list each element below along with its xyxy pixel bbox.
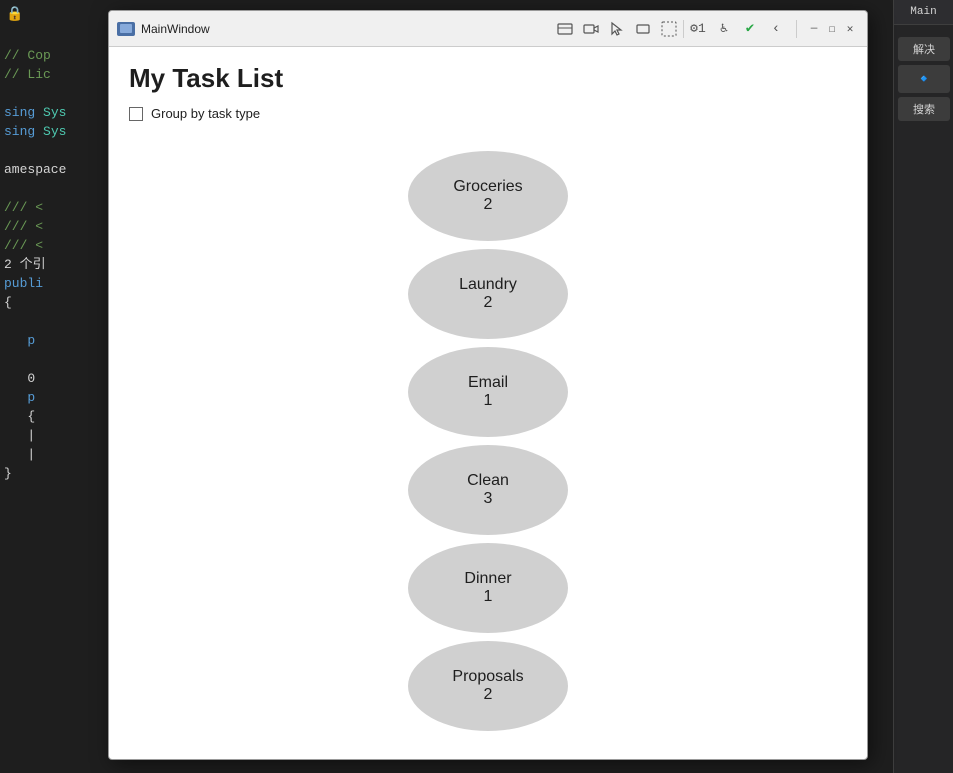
- task-name-groceries: Groceries: [453, 178, 522, 196]
- right-sidebar: Main 解决 🔹 搜索: [893, 0, 953, 773]
- task-name-laundry: Laundry: [459, 276, 517, 294]
- search-btn[interactable]: 搜索: [898, 97, 950, 121]
- main-window: MainWindow ⚙1 ♿ ✔ ‹ —: [108, 10, 868, 760]
- task-name-proposals: Proposals: [452, 668, 523, 686]
- close-button[interactable]: ✕: [841, 20, 859, 38]
- code-namespace: amespace: [0, 160, 108, 179]
- rectangle-tool-icon[interactable]: [631, 17, 655, 41]
- code-blank-5: [0, 350, 108, 369]
- sidebar-top-label: Main: [894, 0, 953, 25]
- window-icon: [117, 22, 135, 36]
- code-prop-2: p: [0, 388, 108, 407]
- resolve-btn[interactable]: 解决: [898, 37, 950, 61]
- cursor-tool-icon[interactable]: [605, 17, 629, 41]
- code-blank-1: [0, 84, 108, 103]
- task-item-groceries[interactable]: Groceries2: [408, 151, 568, 241]
- task-name-email: Email: [468, 374, 508, 392]
- task-name-dinner: Dinner: [464, 570, 511, 588]
- code-comment-doc-2: /// <: [0, 217, 108, 236]
- code-using-2: sing Sys: [0, 122, 108, 141]
- code-brace-2: {: [0, 407, 108, 426]
- group-by-type-label: Group by task type: [151, 106, 260, 121]
- code-line-vert-2: |: [0, 445, 108, 464]
- icon-btn[interactable]: 🔹: [898, 65, 950, 93]
- code-ref-count: 2 个引: [0, 255, 108, 274]
- figure-tool-icon[interactable]: ♿: [712, 17, 736, 41]
- code-comment-doc-3: /// <: [0, 236, 108, 255]
- page-title: My Task List: [129, 63, 847, 94]
- code-comment-2: // Lic: [0, 65, 108, 84]
- code-line-vert-1: |: [0, 426, 108, 445]
- task-item-proposals[interactable]: Proposals2: [408, 641, 568, 731]
- task-count-email: 1: [484, 392, 493, 410]
- task-count-groceries: 2: [484, 196, 493, 214]
- task-item-dinner[interactable]: Dinner1: [408, 543, 568, 633]
- code-comment-doc-1: /// <: [0, 198, 108, 217]
- video-tool-icon[interactable]: [579, 17, 603, 41]
- code-blank-2: [0, 141, 108, 160]
- code-comment-1: // Cop: [0, 46, 108, 65]
- task-item-laundry[interactable]: Laundry2: [408, 249, 568, 339]
- title-bar: MainWindow ⚙1 ♿ ✔ ‹ —: [109, 11, 867, 47]
- code-blank-3: [0, 179, 108, 198]
- toolbar-sep-1: [683, 20, 684, 38]
- code-using-1: sing Sys: [0, 103, 108, 122]
- left-code-panel: // Cop // Lic sing Sys sing Sys amespace…: [0, 0, 108, 773]
- check-circle-icon[interactable]: ✔: [738, 17, 762, 41]
- code-prop-1: p: [0, 331, 108, 350]
- arrow-left-icon[interactable]: ‹: [764, 17, 788, 41]
- task-count-dinner: 1: [484, 588, 493, 606]
- task-count-clean: 3: [484, 490, 493, 508]
- pointer-tool-icon[interactable]: [553, 17, 577, 41]
- task-list: Groceries2Laundry2Email1Clean3Dinner1Pro…: [129, 141, 847, 731]
- restore-button[interactable]: ☐: [823, 20, 841, 38]
- task-count-laundry: 2: [484, 294, 493, 312]
- gear-tool-icon[interactable]: ⚙1: [686, 17, 710, 41]
- code-brace-close: }: [0, 464, 108, 483]
- task-name-clean: Clean: [467, 472, 509, 490]
- task-item-email[interactable]: Email1: [408, 347, 568, 437]
- group-by-type-checkbox[interactable]: [129, 107, 143, 121]
- lock-icon: 🔒: [6, 6, 23, 23]
- group-by-type-row: Group by task type: [129, 106, 847, 121]
- select-tool-icon[interactable]: [657, 17, 681, 41]
- window-content: My Task List Group by task type Grocerie…: [109, 47, 867, 759]
- minimize-button[interactable]: —: [805, 20, 823, 38]
- window-icon-inner: [120, 24, 132, 33]
- code-brace-open: {: [0, 293, 108, 312]
- toolbar-sep-2: [796, 20, 797, 38]
- task-count-proposals: 2: [484, 686, 493, 704]
- code-zero: 0: [0, 369, 108, 388]
- window-title-text: MainWindow: [141, 22, 553, 36]
- code-blank-4: [0, 312, 108, 331]
- task-item-clean[interactable]: Clean3: [408, 445, 568, 535]
- code-public: publi: [0, 274, 108, 293]
